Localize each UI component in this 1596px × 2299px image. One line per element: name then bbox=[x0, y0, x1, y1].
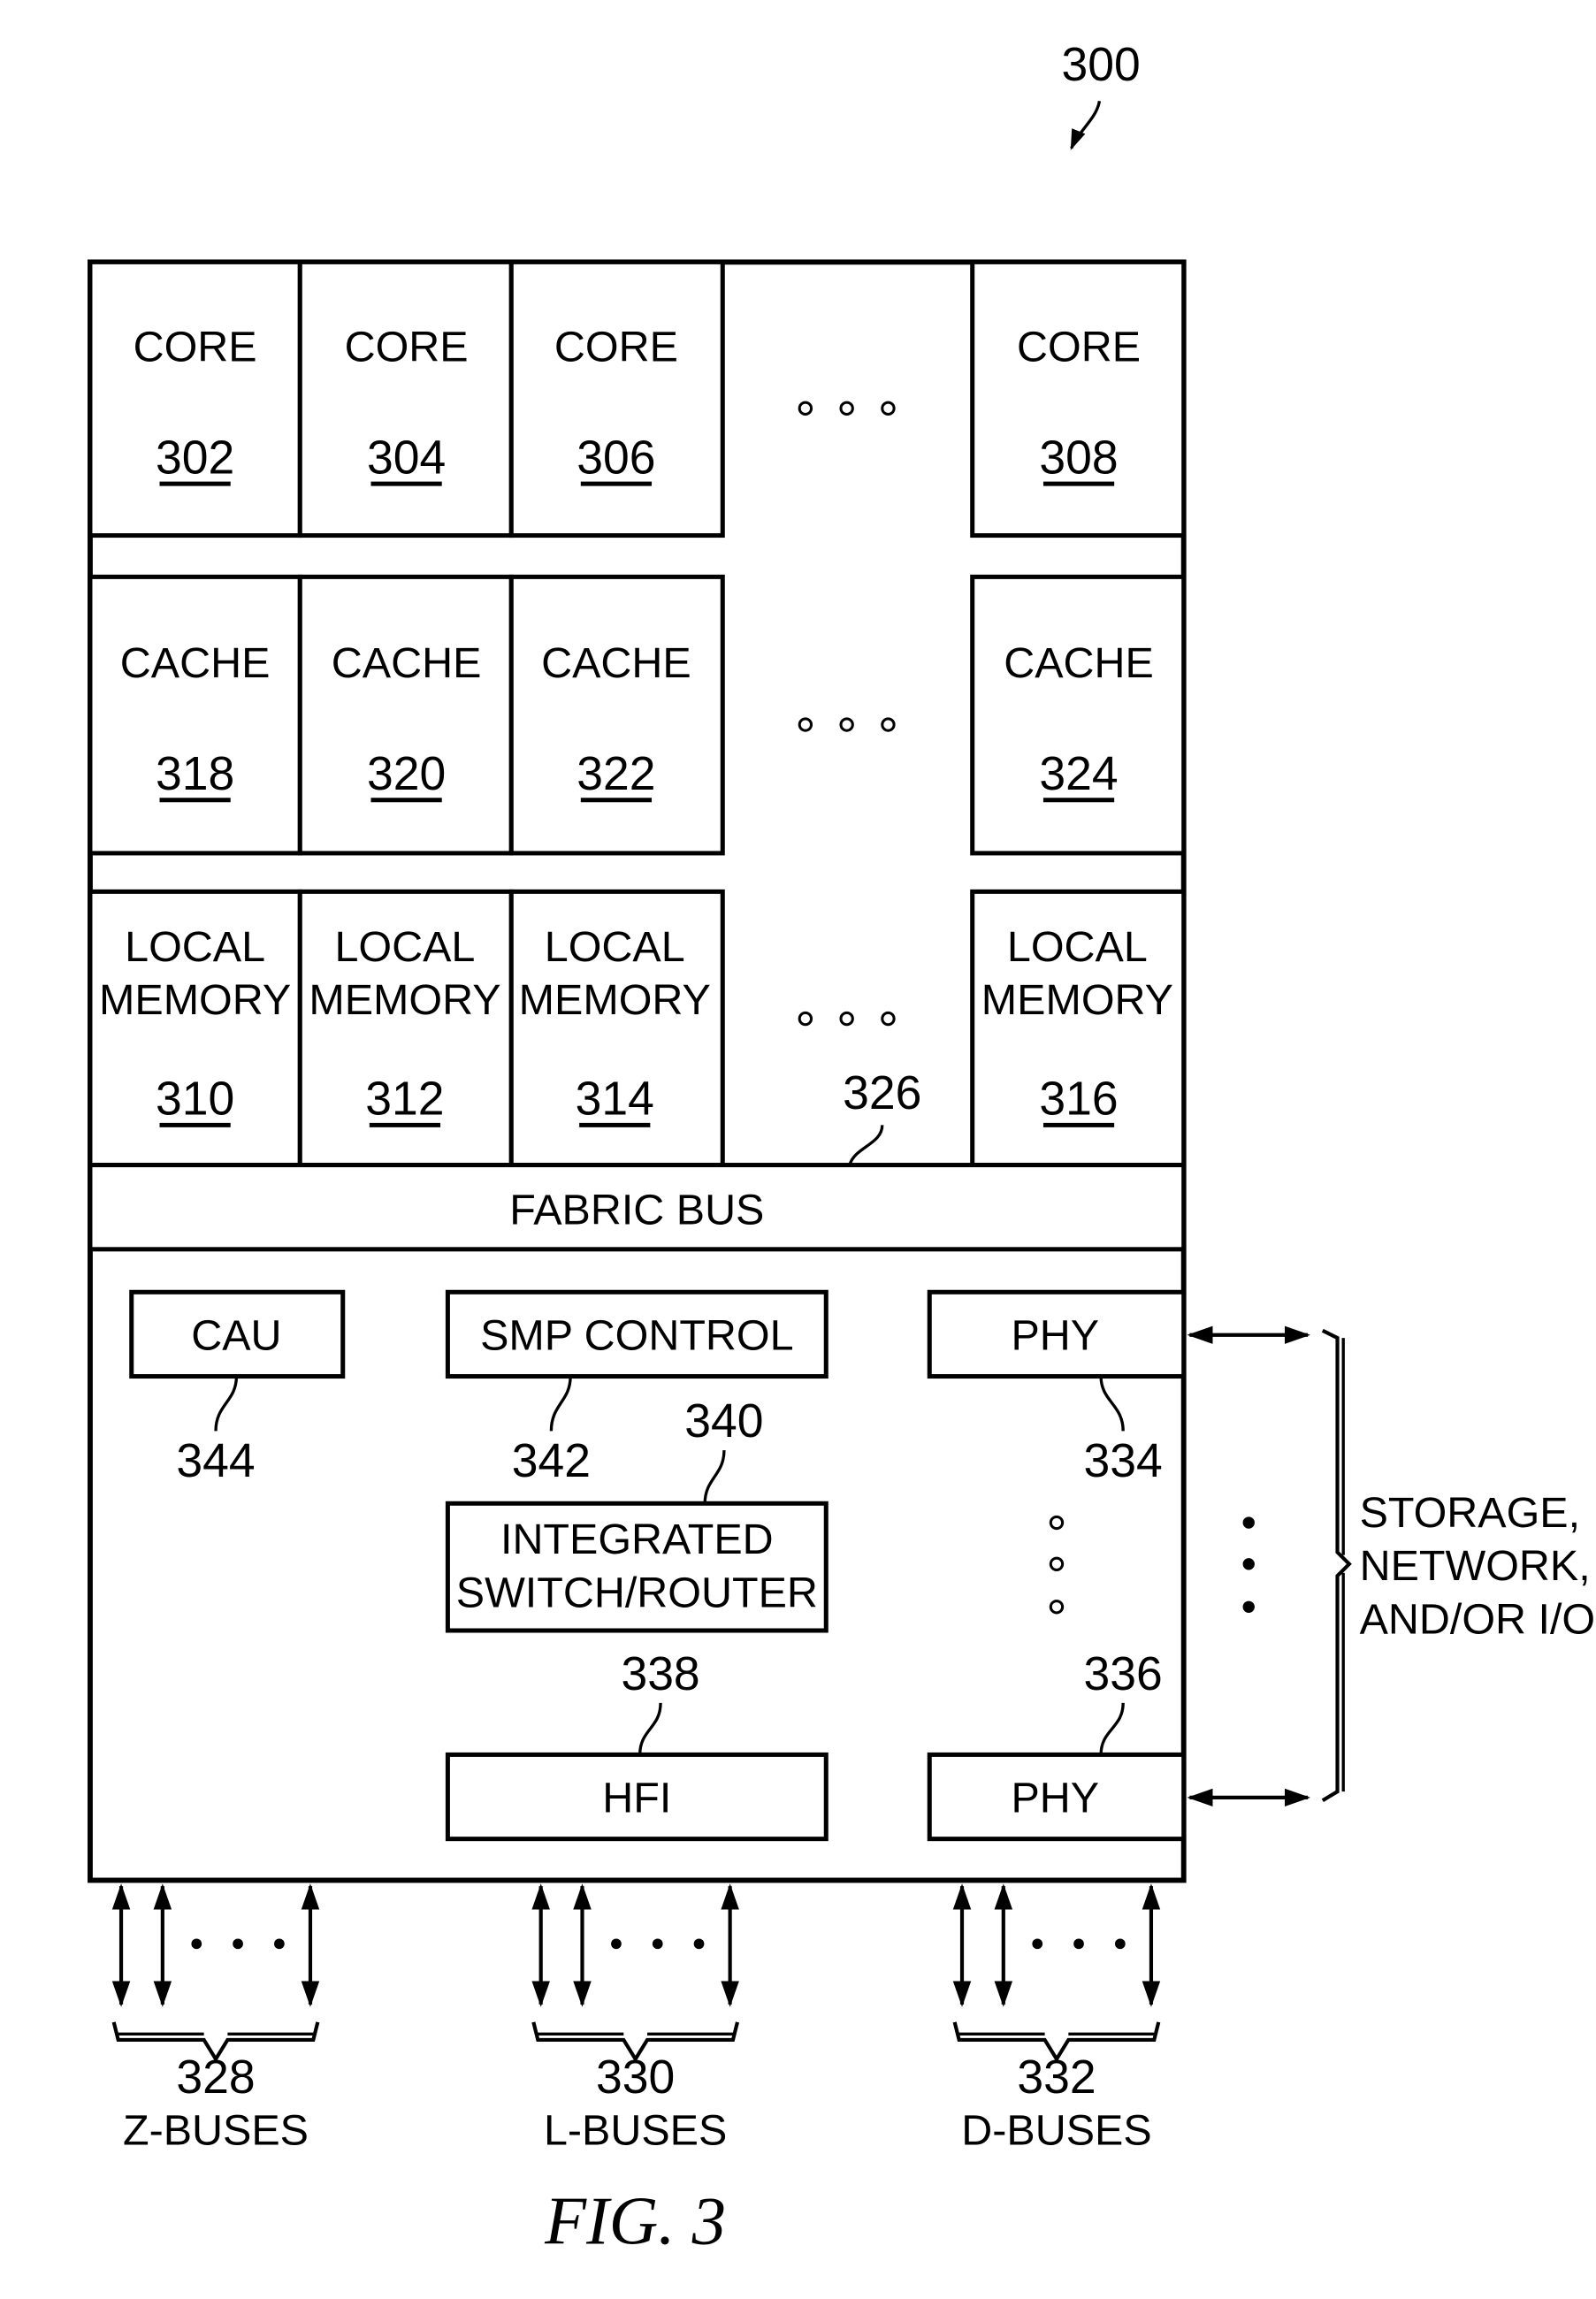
phy-ellipsis-icon bbox=[1049, 1515, 1065, 1615]
bus-ellipsis-dot bbox=[274, 1938, 285, 1950]
bus-label: Z-BUSES bbox=[123, 2107, 309, 2155]
bus-group-z-buses: 328Z-BUSES bbox=[111, 1883, 320, 2155]
memory-ref: 310 bbox=[156, 1073, 234, 1126]
core-304-box bbox=[297, 259, 514, 538]
cache-label: CACHE bbox=[541, 639, 691, 687]
switch-ref-leader bbox=[703, 1450, 726, 1504]
bus-ellipsis-dot bbox=[191, 1938, 202, 1950]
bus-label: D-BUSES bbox=[961, 2107, 1151, 2155]
cache-ref: 322 bbox=[577, 748, 655, 800]
core-ref: 306 bbox=[577, 432, 655, 484]
bus-ref: 328 bbox=[176, 2051, 255, 2104]
core-ref: 302 bbox=[156, 432, 234, 484]
smp-ref: 342 bbox=[512, 1435, 591, 1487]
bus-ellipsis-dot bbox=[1073, 1938, 1084, 1950]
cau-ref-leader bbox=[214, 1376, 239, 1432]
figure-caption: FIG. 3 bbox=[544, 2184, 726, 2259]
core-306-box bbox=[508, 259, 725, 538]
memory-ref: 314 bbox=[576, 1073, 654, 1126]
bus-ellipsis-dot bbox=[693, 1938, 705, 1950]
cache-324-box bbox=[970, 574, 1187, 856]
memory-label-line1: LOCAL bbox=[1007, 923, 1148, 971]
switch-label-line1: INTEGRATED bbox=[500, 1516, 774, 1563]
external-brace bbox=[1321, 1328, 1352, 1802]
memory-ref: 316 bbox=[1039, 1073, 1118, 1126]
bus-group-l-buses: 330L-BUSES bbox=[531, 1883, 740, 2155]
processor-chip-diagram: 300 CORE 302 CORE 304 CORE 306 CORE 308 … bbox=[88, 39, 1596, 2259]
memory-label-line2: MEMORY bbox=[99, 976, 291, 1024]
phy-bottom-label: PHY bbox=[1011, 1775, 1099, 1822]
switch-ref: 340 bbox=[684, 1395, 763, 1447]
hfi-ref: 338 bbox=[621, 1648, 699, 1700]
cau-label: CAU bbox=[191, 1311, 281, 1359]
bus-ellipsis-dot bbox=[652, 1938, 663, 1950]
figure-ref-label: 300 bbox=[1062, 39, 1141, 91]
external-label-line1: STORAGE, bbox=[1360, 1489, 1581, 1537]
switch-label-line2: SWITCH/ROUTER bbox=[456, 1569, 818, 1616]
bus-groups: 328Z-BUSES 330L-BUSES 332D-BUSES bbox=[111, 1883, 1161, 2155]
core-label: CORE bbox=[345, 323, 469, 370]
external-label-line3: AND/OR I/O bbox=[1360, 1595, 1596, 1643]
memory-label-line1: LOCAL bbox=[125, 923, 265, 971]
ellipsis-icon bbox=[798, 401, 896, 416]
cache-label: CACHE bbox=[332, 639, 482, 687]
cache-320-box bbox=[297, 574, 514, 856]
phy-top-label: PHY bbox=[1011, 1311, 1099, 1359]
memory-label-line2: MEMORY bbox=[981, 976, 1173, 1024]
ellipsis-icon bbox=[798, 717, 896, 732]
bus-ellipsis-dot bbox=[233, 1938, 243, 1950]
bus-ellipsis-dot bbox=[1032, 1938, 1043, 1950]
ellipsis-icon bbox=[798, 1011, 896, 1027]
core-label: CORE bbox=[134, 323, 257, 370]
phy-top-ref: 334 bbox=[1084, 1435, 1163, 1487]
bus-label: L-BUSES bbox=[544, 2107, 727, 2155]
external-label-line2: NETWORK, bbox=[1360, 1542, 1591, 1590]
smp-ref-leader bbox=[549, 1376, 572, 1432]
core-302-box bbox=[88, 259, 302, 538]
cache-row: CACHE 318 CACHE 320 CACHE 322 CACHE 324 bbox=[88, 574, 1187, 856]
cache-322-box bbox=[508, 574, 725, 856]
hfi-ref-leader bbox=[638, 1702, 662, 1755]
phy-top-ref-leader bbox=[1099, 1376, 1125, 1432]
core-ref: 308 bbox=[1039, 432, 1118, 484]
hfi-label: HFI bbox=[602, 1775, 671, 1822]
figure-ref-arrow bbox=[1070, 100, 1102, 150]
smp-control-label: SMP CONTROL bbox=[480, 1311, 793, 1359]
cau-ref: 344 bbox=[176, 1435, 255, 1487]
memory-label-line2: MEMORY bbox=[519, 976, 711, 1024]
cache-ref: 320 bbox=[367, 748, 446, 800]
core-308-box bbox=[970, 259, 1187, 538]
phy-bottom-ref: 336 bbox=[1084, 1648, 1163, 1700]
memory-label-line2: MEMORY bbox=[309, 976, 500, 1024]
memory-ref: 312 bbox=[365, 1073, 444, 1126]
bus-group-d-buses: 332D-BUSES bbox=[952, 1883, 1161, 2155]
core-label: CORE bbox=[1017, 323, 1141, 370]
fabric-bus-label: FABRIC BUS bbox=[509, 1186, 764, 1234]
fabric-bus-ref: 326 bbox=[843, 1067, 921, 1119]
bus-ref: 330 bbox=[596, 2051, 675, 2104]
core-row: CORE 302 CORE 304 CORE 306 CORE 308 bbox=[88, 259, 1187, 538]
local-memory-row: LOCAL MEMORY 310 LOCAL MEMORY 312 LOCAL … bbox=[88, 889, 1187, 1168]
core-ref: 304 bbox=[367, 432, 446, 484]
bus-ellipsis-dot bbox=[611, 1938, 622, 1950]
cache-label: CACHE bbox=[120, 639, 271, 687]
fabric-bus-ref-leader bbox=[848, 1125, 884, 1166]
external-ellipsis-icon bbox=[1242, 1516, 1255, 1613]
core-label: CORE bbox=[554, 323, 678, 370]
cache-ref: 324 bbox=[1039, 748, 1118, 800]
cache-318-box bbox=[88, 574, 302, 856]
bus-ref: 332 bbox=[1017, 2051, 1096, 2104]
phy-bottom-ref-leader bbox=[1099, 1702, 1125, 1755]
memory-label-line1: LOCAL bbox=[545, 923, 685, 971]
cache-label: CACHE bbox=[1004, 639, 1154, 687]
cache-ref: 318 bbox=[156, 748, 234, 800]
memory-label-line1: LOCAL bbox=[334, 923, 475, 971]
bus-ellipsis-dot bbox=[1114, 1938, 1126, 1950]
